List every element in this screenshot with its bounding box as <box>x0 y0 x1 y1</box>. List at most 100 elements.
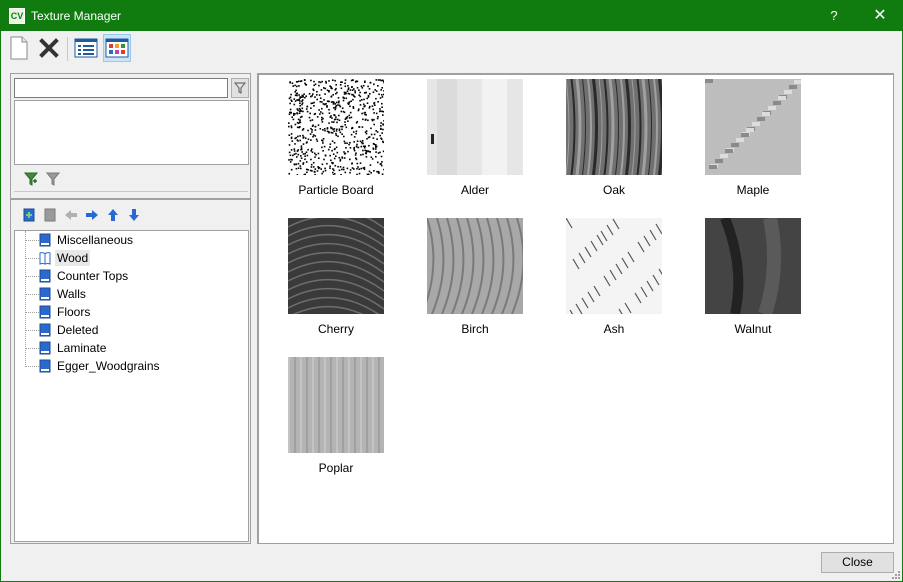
tree-item[interactable]: Counter Tops <box>15 267 130 285</box>
texture-label: Oak <box>602 183 625 197</box>
thumbnail-view-icon <box>105 38 129 58</box>
help-button[interactable]: ? <box>811 1 857 31</box>
texture-preview-image <box>705 218 801 314</box>
apply-filter-icon <box>24 172 38 186</box>
texture-preview-image <box>288 357 384 453</box>
clear-filter-button[interactable] <box>45 171 61 187</box>
texture-thumbnail[interactable]: Poplar <box>281 357 391 477</box>
texture-label: Particle Board <box>298 183 374 197</box>
filter-icon <box>234 82 246 94</box>
texture-thumbnail[interactable]: Oak <box>559 79 669 199</box>
texture-thumbnail-grid[interactable]: Particle Board Alder Oak Maple Cherry Birch As… <box>257 73 894 544</box>
book-icon <box>39 269 51 283</box>
window-title: Texture Manager <box>31 9 122 23</box>
clear-filter-icon <box>46 172 60 186</box>
move-left-button[interactable] <box>63 207 79 223</box>
texture-preview-image <box>566 218 662 314</box>
splitter[interactable] <box>11 198 250 200</box>
texture-thumbnail[interactable]: Ash <box>559 218 669 338</box>
app-icon: CV <box>9 8 25 24</box>
delete-icon <box>39 38 59 58</box>
tree-item-label: Miscellaneous <box>57 233 134 247</box>
texture-preview-image <box>427 79 523 175</box>
move-right-button[interactable] <box>84 207 100 223</box>
toolbar-separator <box>67 37 68 61</box>
list-view-button[interactable] <box>72 34 100 62</box>
arrow-up-icon <box>108 209 118 221</box>
texture-manager-window: CV Texture Manager ? ✕ Miscellaneous Woo… <box>0 0 903 582</box>
filter-actions <box>23 171 61 187</box>
texture-label: Cherry <box>317 322 354 336</box>
texture-thumbnail[interactable]: Walnut <box>698 218 808 338</box>
filter-list[interactable] <box>14 100 249 165</box>
texture-preview-image <box>427 218 523 314</box>
thumbnail-view-button[interactable] <box>103 34 131 62</box>
book-icon <box>39 287 51 301</box>
tree-item[interactable]: Floors <box>15 303 92 321</box>
move-down-button[interactable] <box>126 207 142 223</box>
texture-label: Birch <box>461 322 489 336</box>
tree-branch <box>25 293 39 295</box>
tree-item[interactable]: Laminate <box>15 339 108 357</box>
window-close-button[interactable]: ✕ <box>857 1 903 31</box>
tree-branch <box>25 257 39 259</box>
book-icon <box>39 233 51 247</box>
tree-branch <box>25 329 39 331</box>
book-icon <box>39 359 51 373</box>
apply-filter-button[interactable] <box>23 171 39 187</box>
texture-label: Walnut <box>734 322 772 336</box>
delete-button[interactable] <box>35 34 63 62</box>
new-document-icon <box>10 36 28 60</box>
tree-item-label: Laminate <box>57 341 107 355</box>
book-icon <box>39 305 51 319</box>
tree-item-label: Deleted <box>57 323 99 337</box>
close-button[interactable]: Close <box>821 552 894 573</box>
tree-item[interactable]: Wood <box>15 249 91 267</box>
tree-item[interactable]: Deleted <box>15 321 100 339</box>
tree-branch <box>25 239 39 241</box>
add-category-button[interactable] <box>21 207 37 223</box>
filter-button[interactable] <box>231 78 249 98</box>
list-view-icon <box>74 38 98 58</box>
texture-thumbnail[interactable]: Cherry <box>281 218 391 338</box>
resize-grip-icon[interactable] <box>890 569 900 579</box>
arrow-down-icon <box>129 209 139 221</box>
remove-book-icon <box>44 208 56 222</box>
new-document-button[interactable] <box>5 34 33 62</box>
tree-actions <box>21 207 142 223</box>
arrow-left-icon <box>65 210 77 220</box>
texture-preview-image <box>566 79 662 175</box>
book-icon <box>39 341 51 355</box>
book-icon <box>39 323 51 337</box>
tree-item[interactable]: Walls <box>15 285 88 303</box>
tree-branch <box>25 347 39 349</box>
tree-branch <box>25 365 39 367</box>
open-book-icon <box>39 252 51 265</box>
tree-item-label: Egger_Woodgrains <box>57 359 160 373</box>
texture-label: Ash <box>603 322 625 336</box>
divider <box>14 191 248 192</box>
tree-item-label: Floors <box>57 305 91 319</box>
texture-thumbnail[interactable]: Particle Board <box>281 79 391 199</box>
tree-item[interactable]: Egger_Woodgrains <box>15 357 162 375</box>
remove-category-button[interactable] <box>42 207 58 223</box>
search-input[interactable] <box>14 78 228 98</box>
texture-thumbnail[interactable]: Birch <box>420 218 530 338</box>
category-tree[interactable]: Miscellaneous Wood Counter Tops Walls Floors… <box>14 230 249 542</box>
tree-branch <box>25 275 39 277</box>
tree-branch <box>25 311 39 313</box>
texture-thumbnail[interactable]: Maple <box>698 79 808 199</box>
texture-thumbnail[interactable]: Alder <box>420 79 530 199</box>
tree-item[interactable]: Miscellaneous <box>15 231 135 249</box>
texture-label: Alder <box>460 183 489 197</box>
add-book-icon <box>23 208 35 222</box>
arrow-right-icon <box>86 210 98 220</box>
texture-label: Poplar <box>318 461 354 475</box>
category-panel: Miscellaneous Wood Counter Tops Walls Floors… <box>10 73 251 544</box>
texture-label: Maple <box>736 183 770 197</box>
tree-item-label: Wood <box>55 250 91 266</box>
texture-preview-image <box>288 79 384 175</box>
texture-preview-image <box>288 218 384 314</box>
move-up-button[interactable] <box>105 207 121 223</box>
texture-preview-image <box>705 79 801 175</box>
